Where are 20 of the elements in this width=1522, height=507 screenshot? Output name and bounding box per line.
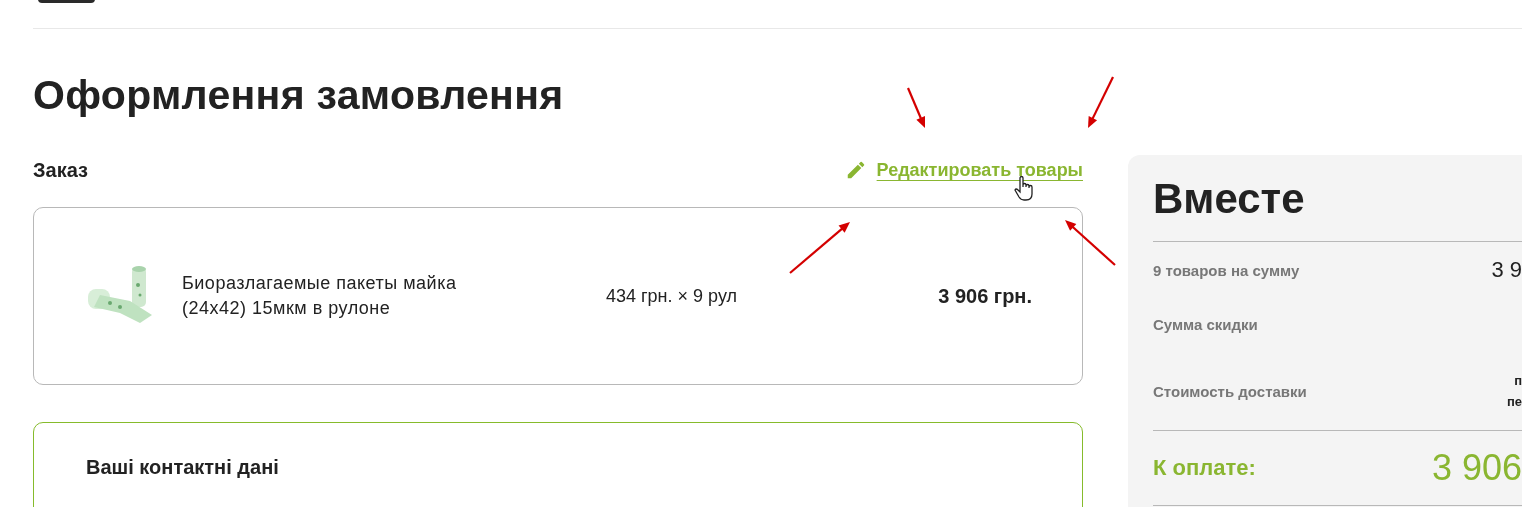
annotation-arrow [1065, 220, 1116, 266]
summary-label: Стоимость доставки [1153, 382, 1307, 400]
annotation-arrow [907, 87, 925, 128]
summary-title: Вместе [1153, 175, 1306, 224]
annotation-arrow [789, 222, 850, 274]
total-label: К оплате: [1153, 455, 1256, 481]
item-total: 3 906 грн. [938, 284, 1032, 308]
summary-value: п [1514, 373, 1522, 388]
annotation-arrow [1088, 76, 1114, 128]
edit-products-link[interactable]: Редактировать товары [844, 159, 1083, 181]
unit-price: 434 грн. × 9 рул [606, 285, 737, 307]
summary-label: 9 товаров на сумму [1153, 261, 1300, 279]
summary-label: Сумма скидки [1153, 315, 1258, 333]
product-name: Биоразлагаемые пакеты майка (24x42) 15мкм в рулоне [182, 272, 458, 320]
summary-value: пе [1506, 394, 1522, 409]
page-title: Оформлення замовлення [33, 71, 564, 119]
section-heading: Заказ [33, 158, 88, 182]
section-heading: Ваші контактні дані [86, 456, 279, 478]
summary-value: 3 9 [1491, 257, 1522, 283]
total-value: 3 906 [1431, 447, 1522, 489]
